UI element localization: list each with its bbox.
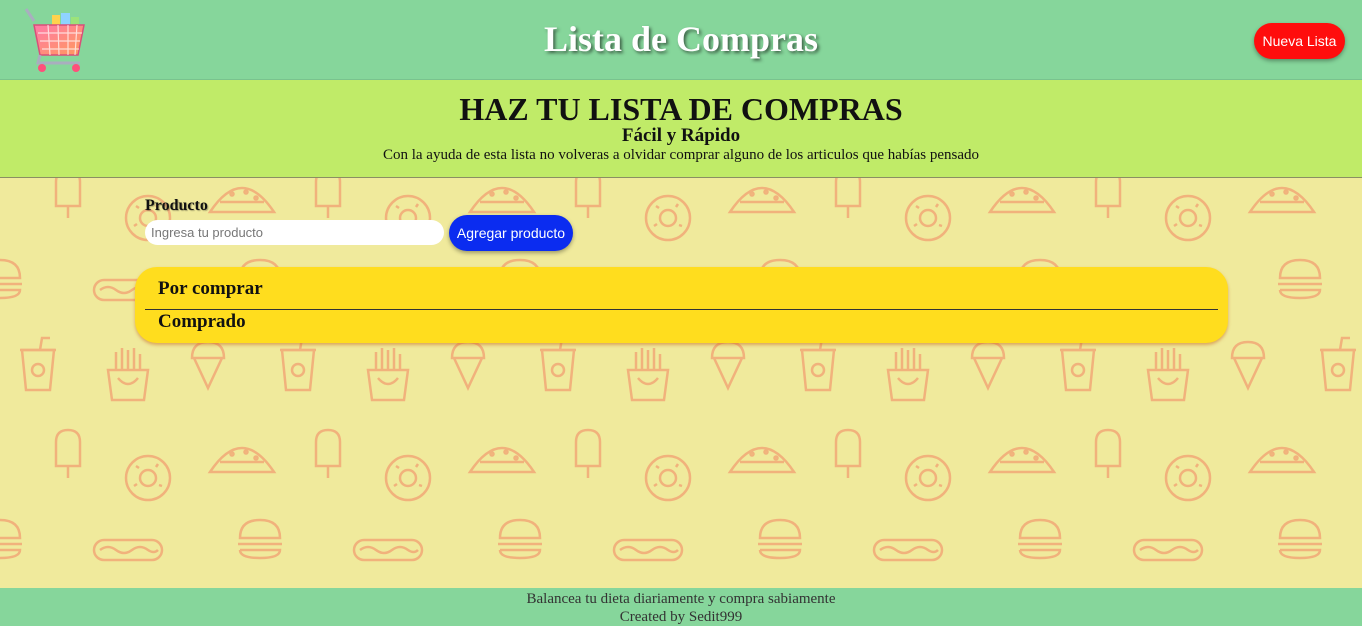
product-input[interactable] bbox=[145, 220, 444, 245]
app-title: Lista de Compras bbox=[543, 19, 818, 59]
pending-section-title: Por comprar bbox=[158, 278, 263, 299]
pattern-row-5 bbox=[0, 518, 1324, 562]
pattern-row-4 bbox=[54, 428, 1316, 502]
hero-heading: HAZ TU LISTA DE COMPRAS bbox=[459, 91, 903, 127]
new-list-button[interactable]: Nueva Lista bbox=[1254, 23, 1345, 59]
product-label: Producto bbox=[145, 197, 208, 214]
footer-credit: Created by Sedit999 bbox=[619, 609, 743, 625]
footer-tagline: Balancea tu dieta diariamente y compra s… bbox=[526, 591, 836, 607]
footer: Balancea tu dieta diariamente y compra s… bbox=[0, 588, 1362, 626]
shopping-list-card: Por comprar Comprado bbox=[135, 267, 1228, 343]
top-header: Lista de Compras Nueva Lista bbox=[0, 0, 1362, 80]
hero-subheading: Fácil y Rápido bbox=[621, 125, 741, 146]
purchased-section-title: Comprado bbox=[158, 311, 246, 332]
hero-description: Con la ayuda de esta lista no volveras a… bbox=[382, 147, 980, 163]
hero-banner: HAZ TU LISTA DE COMPRAS Fácil y Rápido C… bbox=[0, 80, 1362, 178]
add-product-button[interactable]: Agregar producto bbox=[449, 215, 573, 251]
pattern-row-3 bbox=[18, 336, 1358, 402]
list-divider bbox=[145, 309, 1218, 310]
